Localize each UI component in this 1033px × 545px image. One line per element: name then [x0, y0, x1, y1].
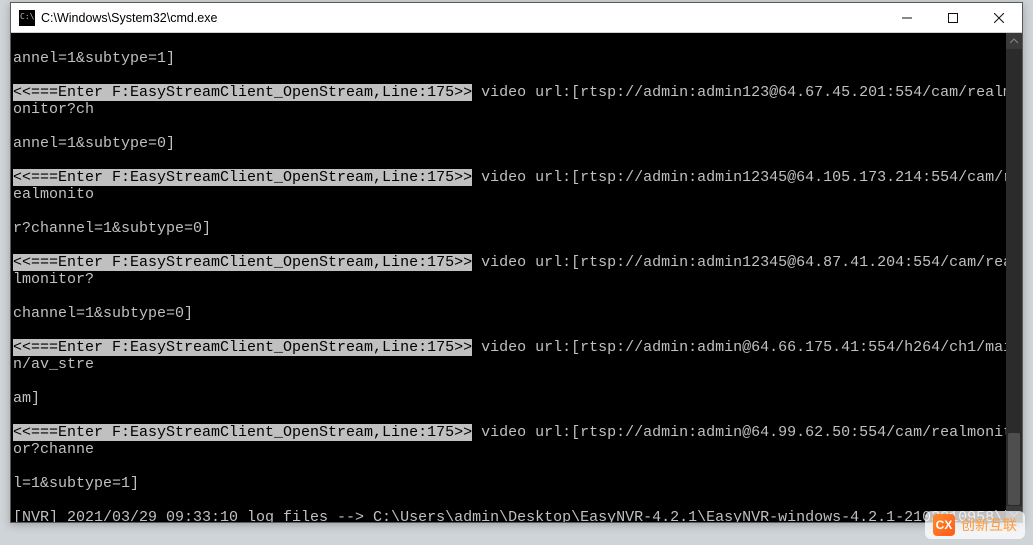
maximize-icon	[948, 13, 958, 23]
log-line: <<===Enter F:EasyStreamClient_OpenStream…	[13, 169, 1020, 203]
log-line: <<===Enter F:EasyStreamClient_OpenStream…	[13, 424, 1020, 458]
log-line: <<===Enter F:EasyStreamClient_OpenStream…	[13, 84, 1020, 118]
titlebar[interactable]: C:\Windows\System32\cmd.exe	[11, 3, 1022, 33]
close-icon	[994, 13, 1004, 23]
log-highlight: <<===Enter F:EasyStreamClient_OpenStream…	[13, 84, 472, 101]
log-line: annel=1&subtype=1]	[13, 50, 1020, 67]
log-line: annel=1&subtype=0]	[13, 135, 1020, 152]
log-line: l=1&subtype=1]	[13, 475, 1020, 492]
watermark: CX 创新互联	[925, 511, 1025, 539]
close-button[interactable]	[976, 3, 1022, 33]
vertical-scrollbar[interactable]	[1006, 33, 1022, 522]
minimize-icon	[902, 13, 912, 23]
log-line: channel=1&subtype=0]	[13, 305, 1020, 322]
log-line: am]	[13, 390, 1020, 407]
log-line: [NVR] 2021/03/29 09:33:10 log files --> …	[13, 509, 1020, 522]
log-highlight: <<===Enter F:EasyStreamClient_OpenStream…	[13, 424, 472, 441]
cmd-icon	[19, 10, 35, 26]
maximize-button[interactable]	[930, 3, 976, 33]
window-title: C:\Windows\System32\cmd.exe	[41, 11, 217, 25]
chevron-up-icon	[1010, 37, 1018, 45]
watermark-text: 创新互联	[961, 515, 1017, 535]
log-line: r?channel=1&subtype=0]	[13, 220, 1020, 237]
log-highlight: <<===Enter F:EasyStreamClient_OpenStream…	[13, 339, 472, 356]
cmd-window: C:\Windows\System32\cmd.exe annel=1&subt…	[10, 2, 1023, 523]
log-line: <<===Enter F:EasyStreamClient_OpenStream…	[13, 254, 1020, 288]
log-highlight: <<===Enter F:EasyStreamClient_OpenStream…	[13, 254, 472, 271]
log-highlight: <<===Enter F:EasyStreamClient_OpenStream…	[13, 169, 472, 186]
terminal-output[interactable]: annel=1&subtype=1] <<===Enter F:EasyStre…	[11, 33, 1022, 522]
scroll-thumb[interactable]	[1008, 433, 1020, 505]
minimize-button[interactable]	[884, 3, 930, 33]
log-line: <<===Enter F:EasyStreamClient_OpenStream…	[13, 339, 1020, 373]
watermark-logo: CX	[933, 514, 955, 536]
scroll-up-button[interactable]	[1006, 33, 1022, 49]
